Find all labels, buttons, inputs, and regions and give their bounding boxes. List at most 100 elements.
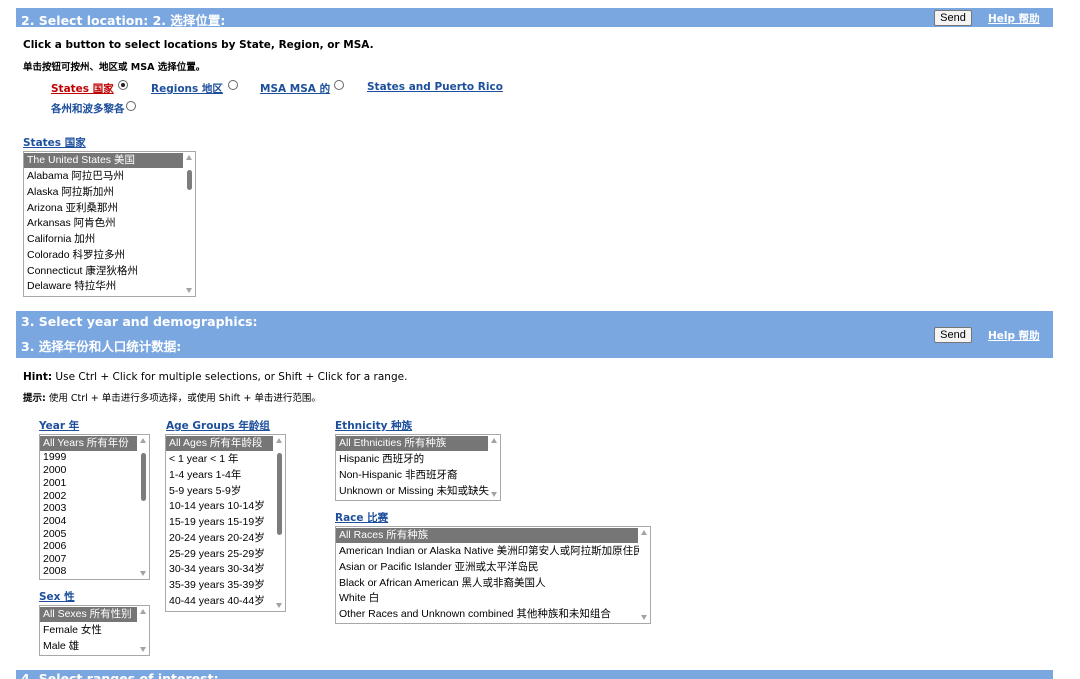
race-option[interactable]: Black or African American 黑人或非裔美国人 (336, 576, 546, 591)
sex-scrollbar[interactable] (138, 606, 149, 655)
age-option[interactable]: 30-34 years 30-34岁 (166, 562, 265, 577)
year-option[interactable]: 2000 (40, 464, 66, 477)
location-type-states-link[interactable]: States 国家 (51, 81, 114, 96)
section-2-help-link[interactable]: Help 帮助 (988, 11, 1040, 26)
race-option[interactable]: All Races 所有种族 (336, 528, 638, 543)
age-option[interactable]: < 1 year < 1 年 (166, 452, 238, 467)
sex-option[interactable]: Male 雄 (40, 639, 79, 654)
section-3-send-button[interactable]: Send (934, 327, 972, 343)
states-option[interactable]: Connecticut 康涅狄格州 (24, 264, 138, 279)
location-type-states-pr-radio[interactable] (126, 101, 136, 111)
location-instruction-en: Click a button to select locations by St… (23, 39, 374, 51)
age-option[interactable]: 1-4 years 1-4年 (166, 468, 241, 483)
section-3-title-zh: 3. 选择年份和人口统计数据: (21, 339, 182, 354)
section-3-title-en: 3. Select year and demographics: (21, 314, 258, 329)
ethnicity-option[interactable]: All Ethnicities 所有种族 (336, 436, 488, 451)
location-type-msa-link[interactable]: MSA MSA 的 (260, 81, 330, 96)
race-option[interactable]: Other Races and Unknown combined 其他种族和未知… (336, 607, 611, 622)
hint-zh: 提示: 使用 Ctrl + 单击进行多项选择，或使用 Shift + 单击进行范… (23, 390, 321, 404)
sex-option[interactable]: Female 女性 (40, 623, 102, 638)
scroll-thumb[interactable] (187, 170, 192, 190)
age-option[interactable]: 15-19 years 15-19岁 (166, 515, 265, 530)
race-heading-link[interactable]: Race 比赛 (335, 510, 388, 525)
year-heading-link[interactable]: Year 年 (39, 418, 79, 433)
location-type-regions-link[interactable]: Regions 地区 (151, 81, 223, 96)
age-option[interactable]: All Ages 所有年龄段 (166, 436, 273, 451)
scroll-down-arrow-icon[interactable] (140, 571, 146, 576)
age-listbox[interactable]: All Ages 所有年龄段 < 1 year < 1 年 1-4 years … (165, 434, 286, 612)
ethnicity-option[interactable]: Unknown or Missing 未知或缺失 (336, 484, 489, 499)
hint-label: Hint: (23, 371, 53, 383)
year-option[interactable]: 2008 (40, 565, 66, 578)
race-option[interactable]: American Indian or Alaska Native 美洲印第安人或… (336, 544, 644, 559)
states-scrollbar[interactable] (184, 152, 195, 296)
states-option[interactable]: Alabama 阿拉巴马州 (24, 169, 124, 184)
scroll-up-arrow-icon[interactable] (186, 155, 192, 160)
age-heading-link[interactable]: Age Groups 年龄组 (166, 418, 270, 433)
states-option[interactable]: Alaska 阿拉斯加州 (24, 185, 114, 200)
location-type-msa-radio[interactable] (334, 80, 344, 90)
section-3-header: 3. Select year and demographics: 3. 选择年份… (16, 311, 1053, 358)
scroll-down-arrow-icon[interactable] (140, 647, 146, 652)
year-option[interactable]: 1999 (40, 451, 66, 464)
scroll-up-arrow-icon[interactable] (491, 438, 497, 443)
location-type-regions-radio[interactable] (228, 80, 238, 90)
section-2-send-button[interactable]: Send (934, 10, 972, 26)
race-option[interactable]: White 白 (336, 591, 379, 606)
hint-zh-label: 提示: (23, 393, 46, 404)
states-option[interactable]: Arkansas 阿肯色州 (24, 216, 116, 231)
year-option[interactable]: 2003 (40, 502, 66, 515)
hint-zh-text: 使用 Ctrl + 单击进行多项选择，或使用 Shift + 单击进行范围。 (45, 393, 321, 404)
scroll-thumb[interactable] (141, 453, 146, 501)
states-option[interactable]: Colorado 科罗拉多州 (24, 248, 125, 263)
ethnicity-scrollbar[interactable] (489, 435, 500, 500)
scroll-up-arrow-icon[interactable] (641, 530, 647, 535)
section-2-header: 2. Select location: 2. 选择位置: Send Help 帮… (16, 8, 1053, 28)
age-option[interactable]: 35-39 years 35-39岁 (166, 578, 265, 593)
states-option[interactable]: The United States 美国 (24, 153, 183, 168)
scroll-up-arrow-icon[interactable] (140, 438, 146, 443)
states-listbox[interactable]: The United States 美国 Alabama 阿拉巴马州 Alask… (23, 151, 196, 297)
age-option[interactable]: 5-9 years 5-9岁 (166, 484, 241, 499)
year-option[interactable]: 2006 (40, 540, 66, 553)
location-instruction-zh: 单击按钮可按州、地区或 MSA 选择位置。 (23, 62, 206, 73)
hint-en: Hint: Use Ctrl + Click for multiple sele… (23, 371, 407, 383)
states-option[interactable]: Arizona 亚利桑那州 (24, 201, 118, 216)
location-type-states-pr-link[interactable]: States and Puerto Rico (367, 81, 503, 93)
ethnicity-heading-link[interactable]: Ethnicity 种族 (335, 418, 412, 433)
race-option[interactable]: Asian or Pacific Islander 亚洲或太平洋岛民 (336, 560, 539, 575)
ethnicity-option[interactable]: Non-Hispanic 非西班牙裔 (336, 468, 457, 483)
scroll-down-arrow-icon[interactable] (186, 288, 192, 293)
scroll-down-arrow-icon[interactable] (491, 492, 497, 497)
race-scrollbar[interactable] (639, 527, 650, 623)
age-option[interactable]: 20-24 years 20-24岁 (166, 531, 265, 546)
year-option[interactable]: 2004 (40, 515, 66, 528)
year-option[interactable]: 2001 (40, 477, 66, 490)
section-4-header: 4. Select ranges of interest: (16, 670, 1053, 679)
ethnicity-option[interactable]: Hispanic 西班牙的 (336, 452, 424, 467)
age-option[interactable]: 40-44 years 40-44岁 (166, 594, 265, 609)
race-listbox[interactable]: All Races 所有种族 American Indian or Alaska… (335, 526, 651, 624)
section-4-title: 4. Select ranges of interest: (21, 671, 219, 679)
scroll-up-arrow-icon[interactable] (276, 438, 282, 443)
age-scrollbar[interactable] (274, 435, 285, 611)
scroll-thumb[interactable] (277, 453, 282, 535)
sex-option[interactable]: All Sexes 所有性别 (40, 607, 137, 622)
section-3-help-link[interactable]: Help 帮助 (988, 328, 1040, 343)
location-type-states-pr-zh-link[interactable]: 各州和波多黎各 (51, 101, 125, 116)
age-option[interactable]: 25-29 years 25-29岁 (166, 547, 265, 562)
year-listbox[interactable]: All Years 所有年份 1999 2000 2001 2002 2003 … (39, 434, 150, 580)
sex-heading-link[interactable]: Sex 性 (39, 589, 75, 604)
ethnicity-listbox[interactable]: All Ethnicities 所有种族 Hispanic 西班牙的 Non-H… (335, 434, 501, 501)
states-heading-link[interactable]: States 国家 (23, 135, 86, 150)
year-scrollbar[interactable] (138, 435, 149, 579)
states-option[interactable]: California 加州 (24, 232, 95, 247)
scroll-down-arrow-icon[interactable] (276, 603, 282, 608)
location-type-states-radio[interactable] (118, 80, 128, 90)
states-option[interactable]: Delaware 特拉华州 (24, 279, 116, 294)
scroll-down-arrow-icon[interactable] (641, 615, 647, 620)
scroll-up-arrow-icon[interactable] (140, 609, 146, 614)
sex-listbox[interactable]: All Sexes 所有性别 Female 女性 Male 雄 (39, 605, 150, 656)
year-option[interactable]: All Years 所有年份 (40, 436, 137, 451)
age-option[interactable]: 10-14 years 10-14岁 (166, 499, 265, 514)
